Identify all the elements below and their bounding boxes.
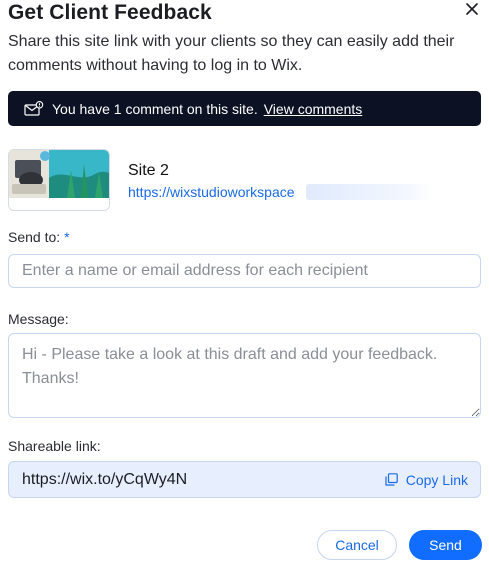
message-textarea[interactable] [8, 333, 481, 418]
client-feedback-dialog: Get Client Feedback Share this site link… [0, 0, 489, 565]
dialog-title: Get Client Feedback [8, 1, 212, 24]
banner-text: You have 1 comment on this site. [52, 100, 258, 117]
comments-banner: You have 1 comment on this site. View co… [8, 91, 481, 126]
cancel-button[interactable]: Cancel [317, 530, 397, 560]
dialog-subtitle: Share this site link with your clients s… [8, 33, 455, 74]
copy-link-label: Copy Link [405, 471, 468, 488]
shareable-link-label: Shareable link: [8, 438, 101, 454]
site-name: Site 2 [128, 162, 169, 179]
copy-icon [385, 473, 398, 486]
send-button[interactable]: Send [409, 530, 482, 560]
close-button[interactable] [461, 0, 483, 22]
comment-notification-icon [24, 100, 44, 117]
site-thumbnail [8, 149, 110, 211]
copy-link-button[interactable]: Copy Link [385, 472, 468, 488]
recipient-input[interactable] [8, 254, 481, 288]
required-asterisk: * [64, 229, 70, 245]
shareable-link-box: https://wix.to/yCqWy4N Copy Link [8, 461, 481, 498]
message-label: Message: [8, 311, 69, 327]
url-redaction [306, 184, 434, 200]
send-to-label-text: Send to: [8, 229, 61, 245]
view-comments-link[interactable]: View comments [264, 101, 363, 117]
shareable-url: https://wix.to/yCqWy4N [22, 470, 188, 488]
close-icon [466, 2, 478, 20]
site-url-link[interactable]: https://wixstudioworkspace [128, 184, 295, 200]
send-to-label: Send to: * [8, 229, 70, 245]
